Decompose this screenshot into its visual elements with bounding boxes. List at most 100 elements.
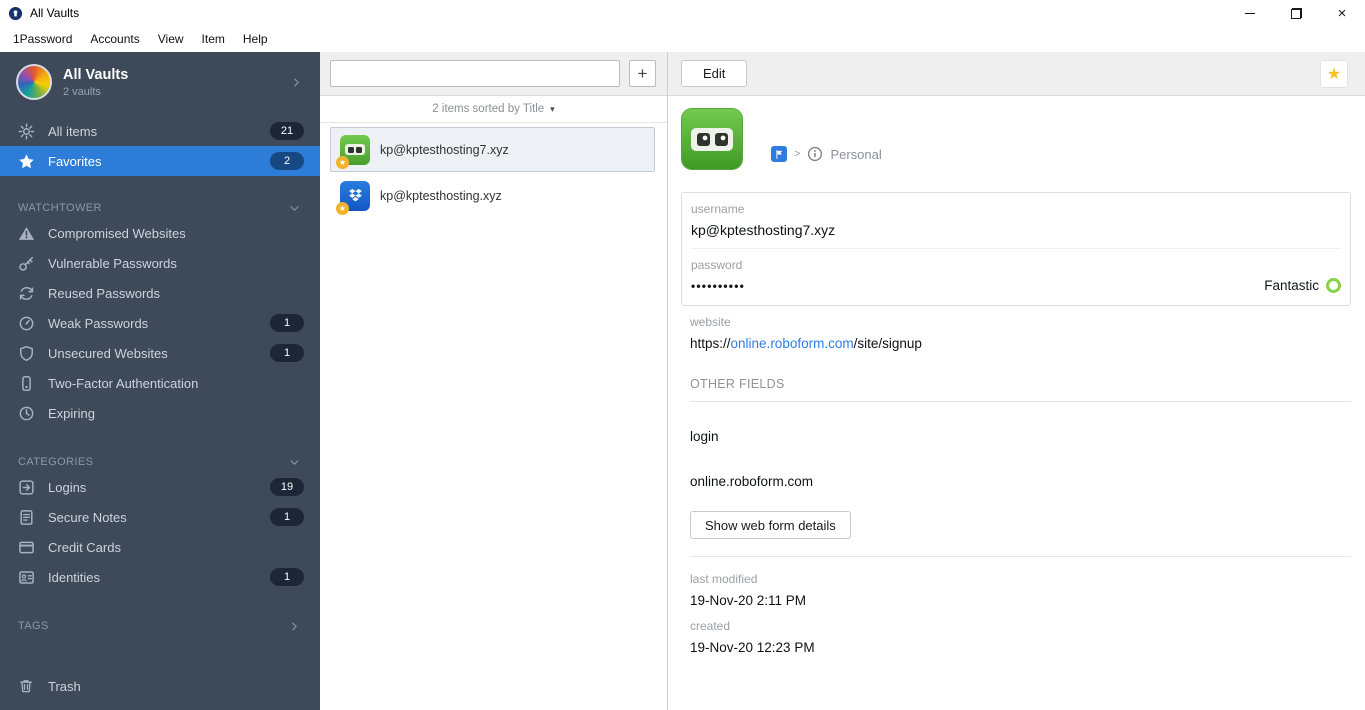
restore-button[interactable] xyxy=(1273,0,1319,26)
strength-ring-icon xyxy=(1326,278,1341,293)
website-label: website xyxy=(690,315,731,329)
warning-triangle-icon xyxy=(18,225,35,242)
count-badge: 1 xyxy=(270,344,304,362)
chevron-down-icon xyxy=(289,203,300,214)
menu-help[interactable]: Help xyxy=(234,28,277,50)
metadata-section: last modified 19-Nov-20 2:11 PM created … xyxy=(690,556,1351,655)
menu-view[interactable]: View xyxy=(149,28,193,50)
sidebar-item-label: Favorites xyxy=(48,153,102,169)
shield-icon xyxy=(18,345,35,362)
close-button[interactable]: × xyxy=(1319,0,1365,26)
username-value[interactable]: kp@kptesthosting7.xyz xyxy=(691,222,1341,238)
sort-dropdown[interactable]: 2 items sorted by Title ▾ xyxy=(320,96,667,123)
sidebar-item-reused-passwords[interactable]: Reused Passwords xyxy=(0,278,320,308)
count-badge: 1 xyxy=(270,314,304,332)
credit-card-icon xyxy=(18,539,35,556)
sidebar-item-label: Two-Factor Authentication xyxy=(48,375,199,391)
sidebar-item-unsecured-websites[interactable]: Unsecured Websites 1 xyxy=(0,338,320,368)
chevron-down-icon xyxy=(289,457,300,468)
sidebar-item-label: Identities xyxy=(48,569,101,585)
password-label: password xyxy=(691,258,743,272)
created-value: 19-Nov-20 12:23 PM xyxy=(690,640,815,655)
main-layout: All Vaults 2 vaults All items 21 Favorit… xyxy=(0,52,1365,710)
strength-label: Fantastic xyxy=(1264,278,1319,293)
sidebar-item-label: Secure Notes xyxy=(48,509,127,525)
other-fields-section: OTHER FIELDS login online.roboform.com S… xyxy=(690,377,1351,539)
menubar: 1Password Accounts View Item Help xyxy=(0,26,1365,52)
minimize-button[interactable] xyxy=(1227,0,1273,26)
favorite-star-badge: ★ xyxy=(336,201,349,215)
website-link[interactable]: online.roboform.com xyxy=(731,336,854,351)
add-item-button[interactable]: + xyxy=(629,60,656,87)
vault-switcher[interactable]: All Vaults 2 vaults xyxy=(0,52,320,100)
sidebar-item-secure-notes[interactable]: Secure Notes 1 xyxy=(0,502,320,532)
created-label: created xyxy=(690,619,731,633)
sidebar-item-weak-passwords[interactable]: Weak Passwords 1 xyxy=(0,308,320,338)
breadcrumb: > Personal xyxy=(771,146,882,162)
password-value[interactable]: •••••••••• xyxy=(691,279,745,293)
item-list-panel: + 2 items sorted by Title ▾ ★ kp@kptesth… xyxy=(320,52,668,710)
sidebar-item-credit-cards[interactable]: Credit Cards xyxy=(0,532,320,562)
sidebar-item-two-factor-authentication[interactable]: Two-Factor Authentication xyxy=(0,368,320,398)
list-item[interactable]: ★ kp@kptesthosting7.xyz xyxy=(330,127,655,172)
website-value: https://online.roboform.com/site/signup xyxy=(690,336,1351,351)
password-row: •••••••••• Fantastic xyxy=(691,278,1341,293)
item-detail-panel: Edit ★ > Personal username kp@kptesthost… xyxy=(668,52,1365,710)
star-icon xyxy=(18,153,35,170)
trash-label: Trash xyxy=(48,678,81,694)
count-badge: 19 xyxy=(270,478,304,496)
menu-item[interactable]: Item xyxy=(193,28,234,50)
section-header-label: TAGS xyxy=(18,620,49,632)
caret-down-icon: ▾ xyxy=(550,103,555,114)
sidebar-item-all-items[interactable]: All items 21 xyxy=(0,116,320,146)
website-suffix: /site/signup xyxy=(853,336,922,351)
sidebar-item-compromised-websites[interactable]: Compromised Websites xyxy=(0,218,320,248)
other-field-value[interactable]: login xyxy=(690,429,1351,444)
sidebar: All Vaults 2 vaults All items 21 Favorit… xyxy=(0,52,320,710)
sidebar-item-vulnerable-passwords[interactable]: Vulnerable Passwords xyxy=(0,248,320,278)
titlebar: All Vaults × xyxy=(0,0,1365,26)
roboform-large-icon xyxy=(681,108,743,170)
account-flag-icon[interactable] xyxy=(771,146,787,162)
menu-1password[interactable]: 1Password xyxy=(4,28,81,50)
breadcrumb-separator: > xyxy=(794,148,801,160)
section-header-categories[interactable]: CATEGORIES xyxy=(0,452,320,472)
gear-icon xyxy=(18,123,35,140)
show-web-form-details-button[interactable]: Show web form details xyxy=(690,511,851,539)
section-header-watchtower[interactable]: WATCHTOWER xyxy=(0,198,320,218)
window-controls: × xyxy=(1227,0,1365,26)
search-input[interactable] xyxy=(330,60,620,87)
minimize-icon xyxy=(1245,12,1255,14)
last-modified-value: 19-Nov-20 2:11 PM xyxy=(690,593,807,608)
detail-header: > Personal xyxy=(681,108,1351,170)
breadcrumb-vault-name[interactable]: Personal xyxy=(830,147,881,162)
vault-switcher-subtitle: 2 vaults xyxy=(63,85,101,98)
menu-accounts[interactable]: Accounts xyxy=(81,28,148,50)
other-field-value[interactable]: online.roboform.com xyxy=(690,474,1351,489)
sidebar-item-trash[interactable]: Trash xyxy=(0,670,320,702)
sidebar-item-expiring[interactable]: Expiring xyxy=(0,398,320,428)
other-fields-header: OTHER FIELDS xyxy=(690,377,1351,402)
sidebar-item-identities[interactable]: Identities 1 xyxy=(0,562,320,592)
sidebar-item-logins[interactable]: Logins 19 xyxy=(0,472,320,502)
gauge-icon xyxy=(18,315,35,332)
chevron-right-icon xyxy=(291,77,302,88)
item-list-toolbar: + xyxy=(320,52,667,96)
last-modified-label: last modified xyxy=(690,572,758,586)
list-item[interactable]: ★ kp@kptesthosting.xyz xyxy=(330,173,655,218)
edit-button[interactable]: Edit xyxy=(681,60,748,87)
sidebar-item-label: Credit Cards xyxy=(48,539,121,555)
item-title: kp@kptesthosting7.xyz xyxy=(380,142,509,157)
close-icon: × xyxy=(1337,4,1347,22)
clock-icon xyxy=(18,405,35,422)
id-card-icon xyxy=(18,569,35,586)
website-prefix: https:// xyxy=(690,336,731,351)
section-header-tags[interactable]: TAGS xyxy=(0,616,320,636)
favorite-toggle-button[interactable]: ★ xyxy=(1320,59,1348,88)
1password-app-icon xyxy=(8,6,23,21)
window-title: All Vaults xyxy=(30,6,80,20)
item-icon: ★ xyxy=(336,180,370,215)
sidebar-item-label: Expiring xyxy=(48,405,95,421)
sidebar-item-favorites[interactable]: Favorites 2 xyxy=(0,146,320,176)
sidebar-item-label: Compromised Websites xyxy=(48,225,186,241)
